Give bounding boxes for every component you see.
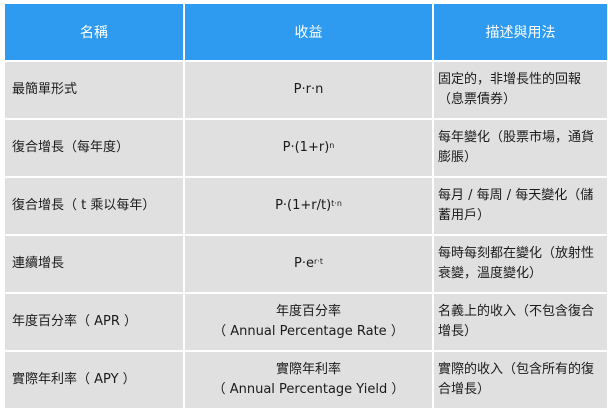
row-usage: 每時每刻都在變化（放射性衰變，溫度變化） xyxy=(434,236,607,292)
row-formula: P·(1+r/t)t·n xyxy=(185,178,432,234)
interest-formula-table: 名稱 收益 描述與用法 最簡單形式 P·r·n 固定的，非增長性的回報（息票債券… xyxy=(3,2,608,410)
row-name: 連續增長 xyxy=(5,236,183,292)
row-formula: P·er·t xyxy=(185,236,432,292)
formula-exponent: n xyxy=(329,141,335,150)
formula-exponent: r·t xyxy=(314,257,323,266)
formula-term: 實際年利率 xyxy=(275,362,341,377)
row-formula: 實際年利率 （ Annual Percentage Yield ） xyxy=(185,352,432,408)
row-formula: P·(1+r)n xyxy=(185,120,432,176)
table-row: 年度百分率（ APR ） 年度百分率 （ Annual Percentage R… xyxy=(5,294,607,350)
formula-term-english: （ Annual Percentage Yield ） xyxy=(212,382,405,397)
row-usage: 每年變化（股票市場，通貨膨脹） xyxy=(434,120,607,176)
row-usage: 名義上的收入（不包含復合增長） xyxy=(434,294,607,350)
row-name: 復合增長（每年度） xyxy=(5,120,183,176)
table-row: 連續增長 P·er·t 每時每刻都在變化（放射性衰變，溫度變化） xyxy=(5,236,607,292)
table-row: 復合增長（每年度） P·(1+r)n 每年變化（股票市場，通貨膨脹） xyxy=(5,120,607,176)
table-row: 復合增長（ t 乘以每年） P·(1+r/t)t·n 每月 / 每周 / 每天變… xyxy=(5,178,607,234)
row-usage: 每月 / 每周 / 每天變化（儲蓄用戶） xyxy=(434,178,607,234)
row-usage: 固定的，非增長性的回報（息票債券） xyxy=(434,62,607,118)
header-description: 描述與用法 xyxy=(434,4,607,60)
table-container: 名稱 收益 描述與用法 最簡單形式 P·r·n 固定的，非增長性的回報（息票債券… xyxy=(0,0,608,410)
table-row: 最簡單形式 P·r·n 固定的，非增長性的回報（息票債券） xyxy=(5,62,607,118)
formula-exponent: t·n xyxy=(331,199,342,208)
header-name: 名稱 xyxy=(5,4,183,60)
header-row: 名稱 收益 描述與用法 xyxy=(5,4,607,60)
formula-base: P·e xyxy=(294,256,314,271)
formula-base: P·(1+r) xyxy=(282,140,330,155)
formula-base: P·(1+r/t) xyxy=(275,198,332,213)
table-row: 實際年利率（ APY ） 實際年利率 （ Annual Percentage Y… xyxy=(5,352,607,408)
row-name: 最簡單形式 xyxy=(5,62,183,118)
row-usage: 實際的收入（包含所有的復合增長） xyxy=(434,352,607,408)
row-name: 復合增長（ t 乘以每年） xyxy=(5,178,183,234)
row-name: 實際年利率（ APY ） xyxy=(5,352,183,408)
formula-term: 年度百分率 xyxy=(275,304,341,319)
formula-term-english: （ Annual Percentage Rate ） xyxy=(213,324,404,339)
formula-base: P·r·n xyxy=(293,82,324,97)
header-yield: 收益 xyxy=(185,4,432,60)
row-formula: P·r·n xyxy=(185,62,432,118)
row-name: 年度百分率（ APR ） xyxy=(5,294,183,350)
row-formula: 年度百分率 （ Annual Percentage Rate ） xyxy=(185,294,432,350)
